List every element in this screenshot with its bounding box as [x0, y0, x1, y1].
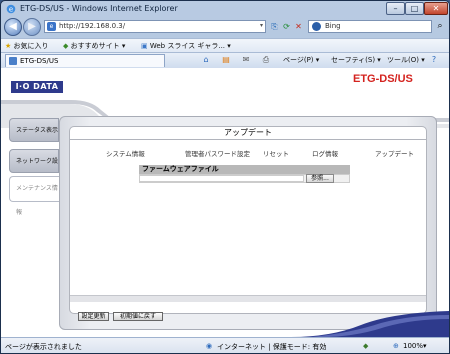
sidebar-item-maintenance[interactable]: メンテナンス情報 [9, 176, 59, 216]
update-panel: アップデート システム情報 管理者パスワード設定 リセット ログ情報 アップデー… [69, 126, 427, 314]
refresh-icon[interactable]: ⟳ [281, 21, 292, 32]
favorites-button[interactable]: ★ お気に入り [5, 41, 49, 51]
status-message: ページが表示されました [5, 343, 82, 351]
reset-defaults-button[interactable]: 初期値に戻す [113, 312, 163, 321]
menu-log-info[interactable]: ログ情報 [312, 148, 338, 158]
zoom-dropdown-icon[interactable]: ▾ [423, 342, 427, 350]
tools-menu[interactable]: ツール(O) ▾ [387, 55, 425, 65]
title-divider [70, 139, 426, 140]
tab-page-icon [9, 57, 17, 65]
stop-icon[interactable]: ✕ [293, 21, 304, 32]
search-icon[interactable]: ⌕ [433, 20, 447, 33]
sidebar-item-network[interactable]: ネットワーク設定 [9, 149, 59, 189]
product-name: ETG-DS/US [353, 73, 413, 85]
tab-row: ETG-DS/US ⌂ ▤ ✉ ⎙ ページ(P) ▾ セーフティ(S) ▾ ツー… [1, 52, 449, 69]
security-zone[interactable]: インターネット | 保護モード: 有効 [217, 342, 326, 352]
page-icon: e [47, 22, 56, 31]
menu-update[interactable]: アップデート [375, 148, 414, 158]
feeds-icon[interactable]: ▤ [221, 55, 231, 65]
firmware-file-input[interactable] [139, 175, 304, 182]
address-bar[interactable]: e http://192.168.0.3/ ▾ [44, 20, 266, 33]
suggested-sites-label: おすすめサイト ▾ [70, 42, 126, 50]
menu-system-info[interactable]: システム情報 [106, 148, 145, 158]
title-bar: e ETG-DS/US - Windows Internet Explorer … [1, 1, 449, 17]
safety-menu[interactable]: セーフティ(S) ▾ [331, 55, 381, 65]
forward-button[interactable]: ▶ [23, 18, 41, 36]
back-button[interactable]: ◀ [4, 18, 22, 36]
tab-label: ETG-DS/US [20, 57, 59, 65]
menu-admin-password[interactable]: 管理者パスワード設定 [185, 148, 250, 158]
panel-title: アップデート [224, 128, 272, 137]
status-bar: ページが表示されました ◉ インターネット | 保護モード: 有効 ◆ ⊕ 10… [1, 337, 449, 353]
zoom-level[interactable]: 100% [403, 342, 423, 350]
ie-icon: e [6, 4, 16, 14]
sidebar-item-status[interactable]: ステータス表示 [9, 118, 59, 142]
protected-mode-icon[interactable]: ◆ [363, 342, 368, 350]
home-icon[interactable]: ⌂ [201, 55, 211, 65]
compatibility-icon[interactable]: ⎘ [269, 21, 280, 32]
web-slice-icon: ▣ [141, 42, 148, 50]
firmware-header: ファームウェアファイル [139, 165, 350, 174]
address-dropdown-icon[interactable]: ▾ [260, 22, 263, 29]
panel-footer-bar [70, 295, 426, 302]
close-button[interactable]: ✕ [424, 2, 448, 15]
browser-window: e ETG-DS/US - Windows Internet Explorer … [0, 0, 450, 354]
maximize-button[interactable]: □ [405, 2, 424, 15]
address-row: ◀ ▶ e http://192.168.0.3/ ▾ ⎘ ⟳ ✕ Bing ⌕ [1, 17, 449, 37]
bing-icon [312, 22, 321, 31]
footer-swoosh [291, 311, 449, 337]
help-icon[interactable]: ? [429, 55, 439, 65]
page-menu[interactable]: ページ(P) ▾ [283, 55, 319, 65]
search-input[interactable]: Bing [325, 22, 341, 30]
search-box[interactable]: Bing [308, 20, 432, 33]
mail-icon[interactable]: ✉ [241, 55, 251, 65]
favorites-label: お気に入り [13, 42, 49, 50]
minimize-button[interactable]: – [386, 2, 405, 15]
star-icon: ★ [5, 42, 12, 50]
zoom-icon: ⊕ [393, 342, 399, 350]
menu-reset[interactable]: リセット [263, 148, 289, 158]
window-title: ETG-DS/US - Windows Internet Explorer [20, 4, 178, 13]
internet-zone-icon: ◉ [206, 342, 213, 350]
web-content: I·O DATA ETG-DS/US ステータス表示 ネットワーク設定 メンテナ… [1, 68, 449, 337]
apply-settings-button[interactable]: 設定更新 [78, 312, 109, 321]
browse-button[interactable]: 参照... [306, 174, 334, 183]
web-slice-label: Web スライス ギャラ... ▾ [149, 42, 231, 50]
suggested-sites-icon: ◆ [63, 42, 69, 50]
browser-tab[interactable]: ETG-DS/US [5, 54, 165, 67]
address-input[interactable]: http://192.168.0.3/ [59, 22, 125, 30]
svg-text:e: e [9, 6, 13, 14]
suggested-sites-link[interactable]: ◆ おすすめサイト ▾ [63, 41, 125, 51]
web-slice-link[interactable]: ▣ Web スライス ギャラ... ▾ [141, 41, 231, 51]
print-icon[interactable]: ⎙ [261, 55, 271, 65]
favorites-bar: ★ お気に入り ◆ おすすめサイト ▾ ▣ Web スライス ギャラ... ▾ [1, 38, 449, 53]
